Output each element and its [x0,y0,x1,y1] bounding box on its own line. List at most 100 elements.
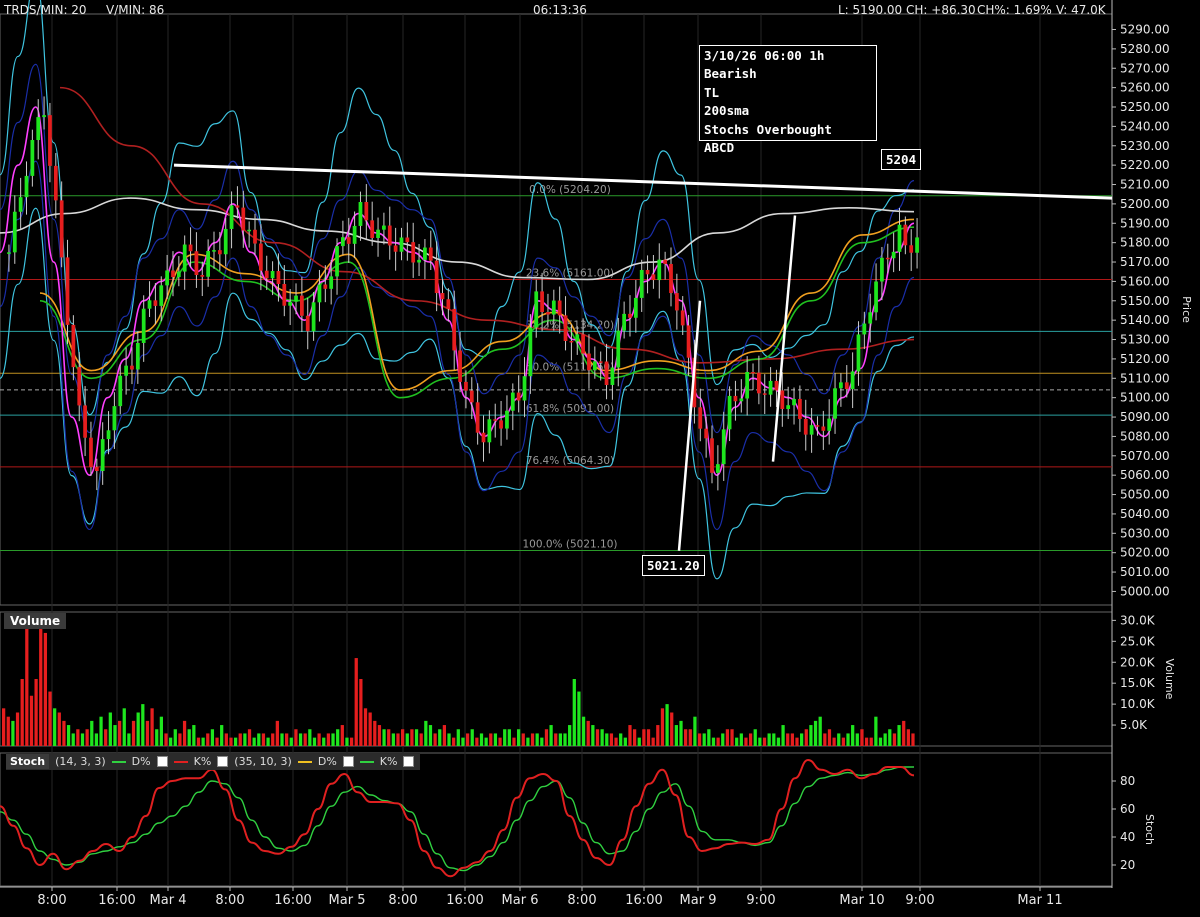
volume-bar [869,737,873,746]
candle-body [370,220,375,238]
volume-bar [846,733,850,746]
volume-tick-label: 30.0K [1120,613,1156,627]
candle-body [674,293,679,311]
price-tick-label: 5010.00 [1120,565,1170,579]
candle-body [715,464,720,473]
volume-bar [252,737,256,746]
volume-bar [108,712,112,746]
candle-body [786,405,791,410]
candle-body [153,300,158,306]
volume-bar [345,737,349,746]
volume-bar [336,729,340,746]
price-tick-label: 5070.00 [1120,449,1170,463]
candle-body [505,410,509,429]
candle-body [223,228,228,255]
volume-bar [43,632,48,746]
volume-bar [878,737,883,746]
volume-bar [173,729,177,746]
x-tick-label: 9:00 [905,893,934,908]
volume-bar [349,737,354,746]
candle-body [669,263,673,294]
chart-svg: 0.0% (5204.20)23.6% (5161.00)38.2% (5134… [0,0,1200,913]
candle-body [405,237,410,243]
volume-bar [66,725,71,746]
volume-bar [558,733,562,746]
volume-bar [452,737,456,746]
candle-body [581,334,585,354]
stoch2-k-checkbox[interactable] [403,756,415,767]
volume-bar [424,720,428,746]
volume-bar [233,737,238,746]
candle-body [733,395,738,402]
candle-body [645,269,650,275]
volume-tick-label: 15.0K [1120,676,1156,690]
change-percent: CH%: 1.69% [977,3,1052,17]
candle-body [475,402,480,433]
candle-body [130,365,134,370]
stoch-legend[interactable]: Stoch (14, 3, 3) D% K% (35, 10, 3) D% K% [6,753,421,770]
candle-body [282,283,287,306]
annotation-line: ABCD [704,140,735,156]
x-tick-label: 8:00 [215,893,244,908]
volume-panel-label[interactable]: Volume [4,613,67,629]
candle-body [182,244,187,272]
stoch-d-swatch [111,760,126,763]
volume-bar [113,725,117,746]
price-tick-label: 5260.00 [1120,81,1170,95]
volume-bar [614,737,618,746]
stoch2-d-checkbox[interactable] [342,756,354,767]
stoch2-k-label: K% [379,755,398,768]
candle-body [803,418,808,435]
candle-body [217,250,222,255]
candle-body [868,312,873,324]
volume-bar [247,729,252,746]
candle-body [440,293,445,300]
stoch-k-checkbox[interactable] [217,756,229,767]
candle-body [628,313,632,318]
volume-bar [136,712,140,746]
candle-body [165,270,169,286]
volume-bar [117,720,122,746]
volume-axis-label: Volume [1163,659,1176,700]
candle-body [903,224,908,246]
candle-body [686,325,691,358]
volume-bar [25,616,29,746]
price-tick-label: 5210.00 [1120,178,1170,192]
volume-bar [382,729,386,746]
volume-total: V: 47.0K [1056,3,1106,17]
price-tick-label: 5280.00 [1120,42,1170,56]
volume-bar [707,729,711,746]
volume-bar [526,737,530,746]
candle-body [622,313,626,331]
candle-body [288,301,293,306]
last-price: L: 5190.00 [838,3,903,17]
volume-bar [80,733,85,746]
price-tick-label: 5190.00 [1120,216,1170,230]
stoch-d-checkbox[interactable] [156,756,168,767]
stoch-panel-label[interactable]: Stoch [6,754,50,769]
candle-body [428,247,433,261]
volume-bar [702,733,706,746]
candle-body [862,323,867,335]
candle-body [171,270,175,278]
candle-body [253,229,257,244]
volume-bar [818,716,822,746]
candle-body [376,229,380,238]
volume-bar [266,737,270,746]
volume-bar [229,737,233,746]
candle-body [469,390,474,403]
volume-bar [433,733,437,746]
candle-body [915,237,919,253]
volume-tick-label: 10.0K [1120,697,1156,711]
price-tick-label: 5250.00 [1120,100,1170,114]
candle-body [311,302,316,332]
x-tick-label: Mar 5 [329,893,366,908]
volume-bar [512,737,516,746]
volume-bar [753,729,757,746]
volume-bar [122,708,126,746]
price-tick-label: 5230.00 [1120,139,1170,153]
candle-body [704,428,709,439]
stoch2-k-swatch [359,760,374,763]
stoch-params-1: (14, 3, 3) [55,755,106,768]
volume-bar [535,733,539,746]
